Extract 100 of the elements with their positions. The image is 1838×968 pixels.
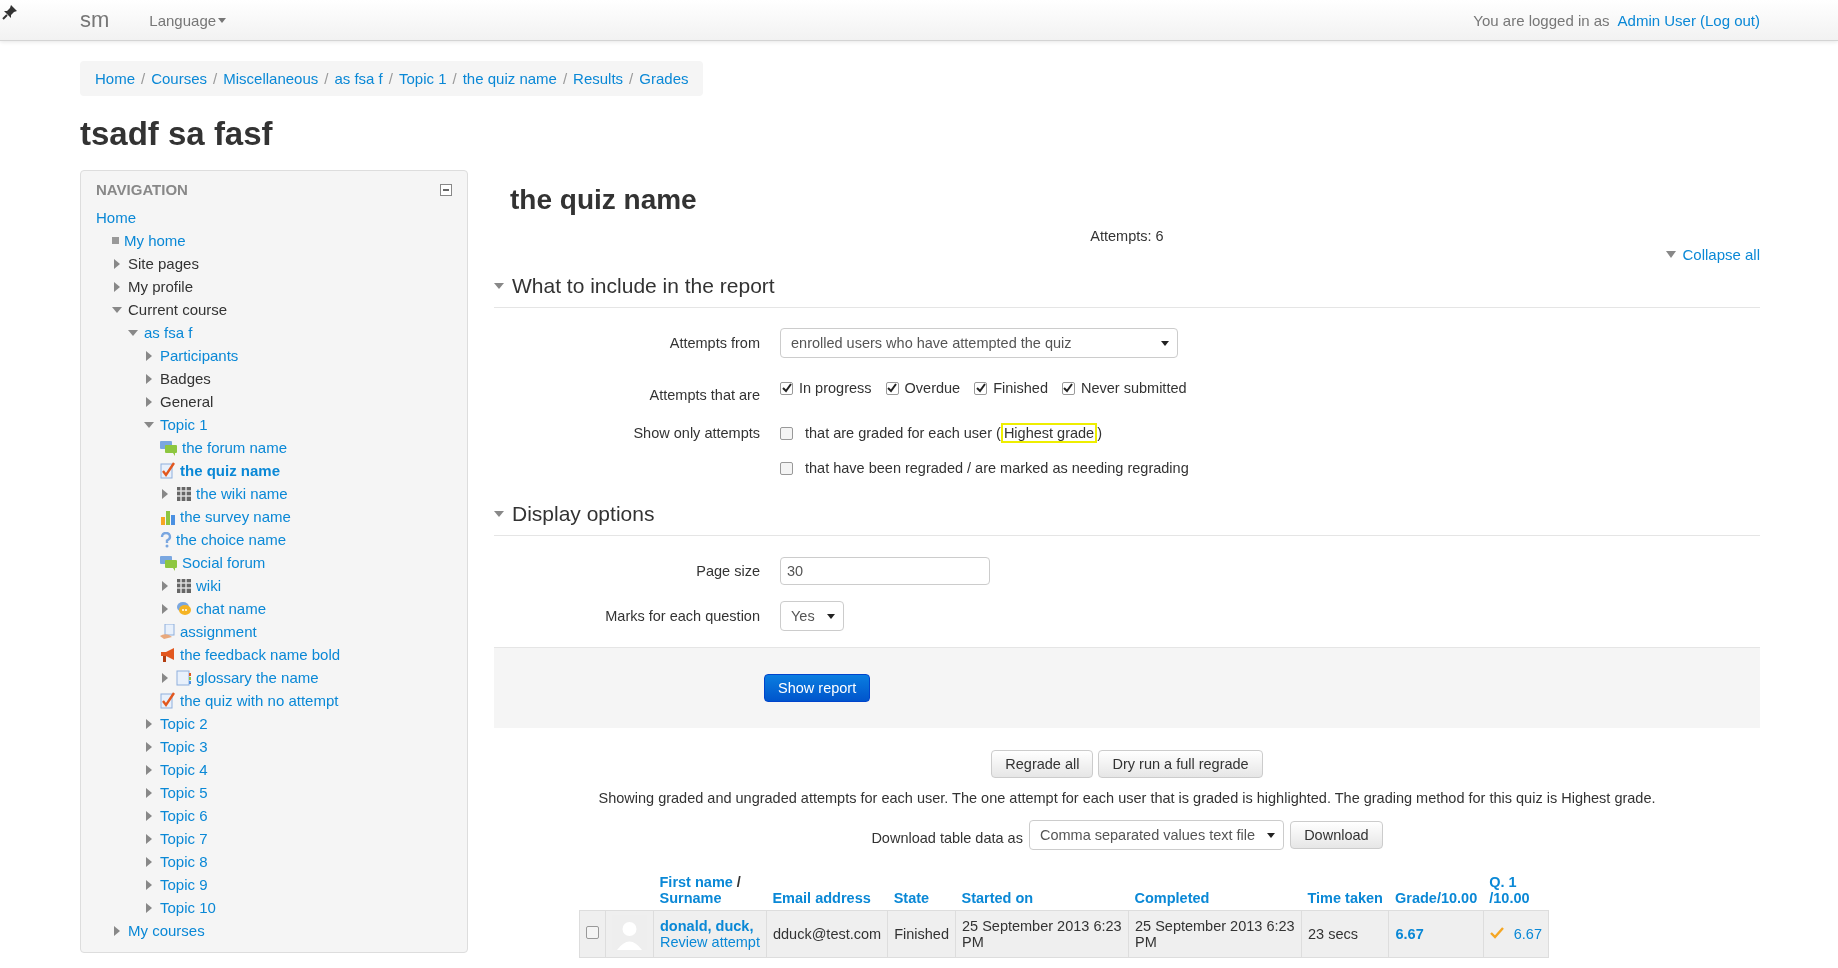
collapsed-arrow-icon[interactable] <box>144 902 154 913</box>
column-header[interactable]: Time taken <box>1307 890 1383 906</box>
download-button[interactable]: Download <box>1290 821 1383 849</box>
column-header[interactable]: First name <box>659 874 733 890</box>
language-menu[interactable]: Language <box>149 11 227 29</box>
collapsed-arrow-icon[interactable] <box>160 603 170 614</box>
show-report-button[interactable]: Show report <box>764 674 871 702</box>
nav-link[interactable]: My home <box>124 232 186 249</box>
column-header[interactable]: Grade/10.00 <box>1395 890 1478 906</box>
collapsed-arrow-icon[interactable] <box>160 672 170 683</box>
expanded-arrow-icon[interactable] <box>494 509 504 519</box>
question-grade-link[interactable]: 6.67 <box>1513 926 1542 942</box>
breadcrumb-link[interactable]: Home <box>95 70 135 87</box>
format-select[interactable]: Comma separated values text file <box>1028 820 1285 850</box>
nav-link[interactable]: Topic 5 <box>160 784 208 801</box>
attempts-from-select[interactable]: enrolled users who have attempted the quiz <box>780 328 1178 358</box>
page-size-field[interactable]: 30 <box>780 557 990 585</box>
nav-link[interactable]: Topic 4 <box>160 761 208 778</box>
breadcrumb-link[interactable]: as fsa f <box>334 70 383 87</box>
expanded-arrow-icon[interactable] <box>112 304 122 315</box>
breadcrumb-link[interactable]: Results <box>573 70 624 87</box>
column-header[interactable]: /10.00 <box>1489 890 1530 906</box>
caret-icon[interactable] <box>1666 251 1677 258</box>
regrade-button[interactable]: Dry run a full regrade <box>1098 750 1263 778</box>
collapsed-arrow-icon[interactable] <box>144 373 154 384</box>
nav-link[interactable]: wiki <box>196 577 221 594</box>
collapsed-arrow-icon[interactable] <box>144 718 154 729</box>
nav-link[interactable]: My courses <box>128 922 205 939</box>
checkbox-label[interactable]: Overdue <box>904 380 961 396</box>
logout-link[interactable]: (Log out) <box>1699 11 1760 29</box>
collapsed-arrow-icon[interactable] <box>144 810 154 821</box>
collapsed-arrow-icon[interactable] <box>144 856 154 867</box>
regrade-button[interactable]: Regrade all <box>991 750 1094 778</box>
checkbox-label[interactable]: that are graded for each user ( Highest grade ) <box>805 425 1102 441</box>
collapsed-arrow-icon[interactable] <box>160 488 170 499</box>
nav-link[interactable]: as fsa f <box>144 324 193 341</box>
expanded-arrow-icon[interactable] <box>144 419 154 430</box>
column-header[interactable]: Surname <box>659 890 722 906</box>
breadcrumb-link[interactable]: Courses <box>151 70 208 87</box>
collapsed-arrow-icon[interactable] <box>160 580 170 591</box>
nav-link[interactable]: Topic 9 <box>160 876 208 893</box>
site-name[interactable]: sm <box>80 7 110 33</box>
breadcrumb-link[interactable]: the quiz name <box>462 70 557 87</box>
nav-item[interactable]: Current course <box>128 301 228 318</box>
collapsed-arrow-icon[interactable] <box>144 787 154 798</box>
nav-link[interactable]: the choice name <box>176 531 287 548</box>
breadcrumb-link[interactable]: Miscellaneous <box>223 70 319 87</box>
checkbox[interactable] <box>885 381 899 395</box>
nav-link[interactable]: glossary the name <box>196 669 319 686</box>
checkbox-label[interactable]: Finished <box>993 380 1048 396</box>
breadcrumb-link[interactable]: Grades <box>639 70 689 87</box>
collapsed-arrow-icon[interactable] <box>144 741 154 752</box>
checkbox[interactable] <box>780 381 793 395</box>
checkbox-label[interactable]: that have been regraded / are marked as needing regrading <box>805 460 1189 476</box>
collapsed-arrow-icon[interactable] <box>112 281 122 292</box>
user-name-link[interactable]: donald, duck, <box>660 918 754 934</box>
nav-item[interactable]: General <box>160 393 214 410</box>
collapsed-arrow-icon[interactable] <box>144 833 154 844</box>
collapsed-arrow-icon[interactable] <box>112 925 122 936</box>
nav-link[interactable]: the wiki name <box>196 485 288 502</box>
nav-link[interactable]: the feedback name bold <box>180 646 341 663</box>
checkbox[interactable] <box>780 426 793 440</box>
nav-item[interactable]: Badges <box>160 370 211 387</box>
nav-link[interactable]: assignment <box>180 623 257 640</box>
nav-item[interactable]: My profile <box>128 278 194 295</box>
checkbox-label[interactable]: Never submitted <box>1081 380 1187 396</box>
nav-link[interactable]: chat name <box>196 600 267 617</box>
checkbox-label[interactable]: In progress <box>799 380 872 396</box>
grade-link[interactable]: 6.67 <box>1395 926 1424 942</box>
nav-item[interactable]: Site pages <box>128 255 199 272</box>
nav-link[interactable]: Topic 2 <box>160 715 208 732</box>
collapsed-arrow-icon[interactable] <box>144 350 154 361</box>
nav-link[interactable]: the quiz name <box>180 462 280 479</box>
column-header[interactable]: State <box>893 890 930 906</box>
user-link[interactable]: Admin User <box>1617 11 1696 29</box>
nav-link[interactable]: Topic 8 <box>160 853 208 870</box>
nav-link[interactable]: the survey name <box>180 508 291 525</box>
checkbox[interactable] <box>586 926 599 939</box>
section-heading[interactable]: What to include in the report <box>512 271 775 301</box>
collapsed-arrow-icon[interactable] <box>144 396 154 407</box>
collapsed-arrow-icon[interactable] <box>112 258 122 269</box>
nav-link[interactable]: Social forum <box>182 554 266 571</box>
section-heading[interactable]: Display options <box>512 499 655 529</box>
column-header[interactable]: Started on <box>961 890 1034 906</box>
collapsed-arrow-icon[interactable] <box>144 879 154 890</box>
pushpin-icon[interactable] <box>2 4 18 20</box>
checkbox[interactable] <box>974 381 988 395</box>
expanded-arrow-icon[interactable] <box>494 281 504 291</box>
nav-link[interactable]: Topic 1 <box>160 416 208 433</box>
nav-link[interactable]: Topic 7 <box>160 830 208 847</box>
column-header[interactable]: Completed <box>1134 890 1210 906</box>
nav-link[interactable]: Topic 6 <box>160 807 208 824</box>
checkbox[interactable] <box>780 461 793 475</box>
nav-link[interactable]: Home <box>96 209 136 226</box>
breadcrumb-link[interactable]: Topic 1 <box>398 70 447 87</box>
nav-link[interactable]: Topic 10 <box>160 899 216 916</box>
review-attempt-link[interactable]: Review attempt <box>660 934 760 950</box>
collapse-all-link[interactable]: Collapse all <box>1682 246 1760 263</box>
expanded-arrow-icon[interactable] <box>128 327 138 338</box>
nav-link[interactable]: Topic 3 <box>160 738 208 755</box>
